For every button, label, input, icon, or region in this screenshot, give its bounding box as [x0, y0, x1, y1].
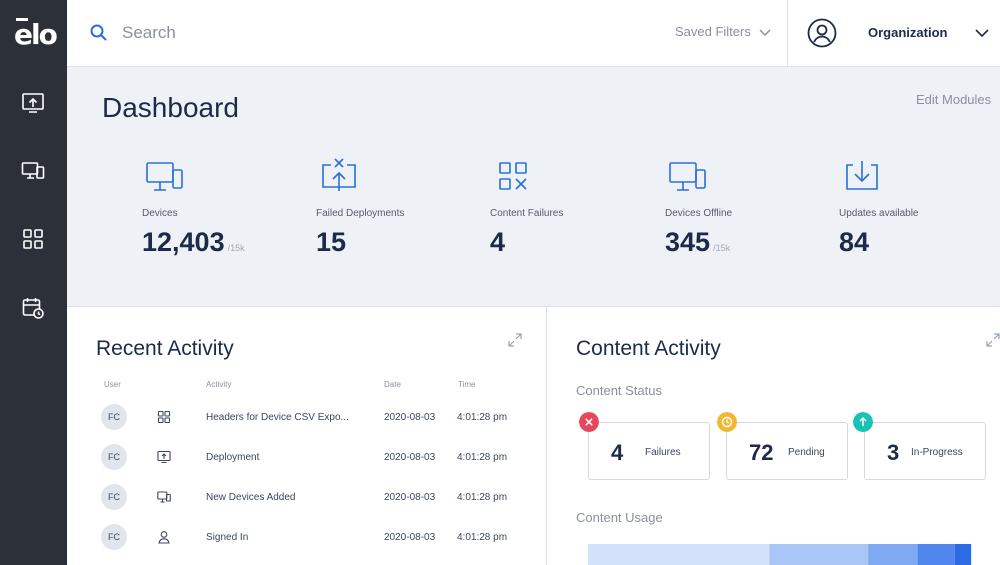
status-count: 4 — [611, 440, 624, 465]
stat-subtotal: /15k — [227, 243, 245, 253]
status-label: In-Progress — [911, 447, 963, 458]
stat-number: 4 — [490, 227, 506, 257]
activity-date: 2020-08-03 — [384, 452, 436, 463]
content-usage-bar — [588, 544, 972, 565]
top-bar: Saved Filters Organization — [67, 0, 1000, 67]
activity-date: 2020-08-03 — [384, 532, 436, 543]
upload-icon — [157, 450, 171, 464]
stat-label: Content Failures — [490, 208, 564, 219]
column-header-time: Time — [458, 380, 476, 389]
sidebar: elo — [0, 0, 67, 565]
activity-time: 4:01:28 pm — [457, 412, 508, 423]
devices-offline-icon — [669, 162, 706, 191]
modules-icon — [157, 410, 171, 424]
column-header-date: Date — [384, 380, 401, 389]
failure-icon — [579, 412, 599, 432]
activity-time: 4:01:28 pm — [457, 492, 508, 503]
table-row[interactable]: FC Headers for Device CSV Expo... 2020-0… — [67, 404, 546, 444]
page-title: Dashboard — [102, 92, 239, 123]
usage-segment-4 — [917, 544, 955, 565]
search-icon — [90, 24, 107, 41]
status-card-pending[interactable]: 72 Pending — [726, 422, 848, 480]
download-icon — [846, 161, 878, 190]
status-card-failures[interactable]: 4 Failures — [588, 422, 710, 480]
stat-number: 345 — [665, 227, 711, 257]
activity-time: 4:01:28 pm — [457, 452, 508, 463]
user-avatar: FC — [101, 524, 127, 550]
schedule-icon[interactable] — [21, 296, 45, 320]
status-label: Pending — [788, 447, 825, 458]
saved-filters-dropdown[interactable]: Saved Filters — [675, 24, 771, 39]
content-activity-panel: Content Activity Content Status 4 Failur… — [547, 307, 1000, 565]
column-header-user: User — [104, 380, 121, 389]
recent-activity-title: Recent Activity — [96, 337, 234, 360]
user-avatar: FC — [101, 444, 127, 470]
stat-subtotal: /15k — [713, 243, 731, 253]
user-avatar-icon[interactable] — [807, 18, 837, 48]
devices-icon — [146, 162, 183, 191]
status-count: 3 — [887, 440, 900, 465]
activity-text: Signed In — [206, 532, 249, 543]
stat-failed-deployments[interactable]: Failed Deployments 15 — [316, 157, 476, 267]
stat-value: 84 — [839, 227, 872, 258]
chevron-down-icon[interactable] — [975, 28, 989, 38]
stat-label: Devices — [142, 208, 178, 219]
search-input[interactable] — [122, 20, 552, 46]
table-row[interactable]: FC Deployment 2020-08-03 4:01:28 pm — [67, 444, 546, 484]
expand-icon[interactable] — [508, 333, 522, 347]
activity-text: New Devices Added — [206, 492, 296, 503]
activity-text: Headers for Device CSV Expo... — [206, 412, 349, 423]
devices-icon[interactable] — [21, 159, 45, 183]
saved-filters-label: Saved Filters — [675, 24, 751, 39]
edit-modules-link[interactable]: Edit Modules — [916, 92, 991, 107]
stat-number: 12,403 — [142, 227, 225, 257]
recent-activity-panel: Recent Activity User Activity Date Time … — [67, 307, 546, 565]
chevron-down-icon — [759, 29, 771, 36]
user-avatar: FC — [101, 404, 127, 430]
status-card-in-progress[interactable]: 3 In-Progress — [864, 422, 986, 480]
stat-number: 84 — [839, 227, 870, 257]
usage-segment-2 — [769, 544, 869, 565]
stat-content-failures[interactable]: Content Failures 4 — [490, 157, 650, 267]
failed-deploy-icon — [322, 158, 356, 191]
stat-value: 15 — [316, 227, 349, 258]
column-header-activity: Activity — [206, 380, 232, 389]
top-divider — [787, 0, 788, 67]
activity-date: 2020-08-03 — [384, 492, 436, 503]
elo-logo: elo — [14, 18, 58, 51]
status-count: 72 — [749, 440, 774, 465]
stat-label: Devices Offline — [665, 208, 733, 219]
user-icon — [158, 531, 170, 544]
usage-segment-3 — [868, 544, 918, 565]
modules-icon[interactable] — [21, 227, 45, 251]
usage-segment-5 — [954, 544, 972, 565]
devices-icon — [157, 491, 171, 503]
stat-value: 4 — [490, 227, 508, 258]
stat-value: 345/15k — [665, 227, 730, 258]
activity-date: 2020-08-03 — [384, 412, 436, 423]
content-usage-label: Content Usage — [576, 510, 663, 525]
stat-devices[interactable]: Devices 12,403/15k — [142, 157, 302, 267]
expand-icon[interactable] — [986, 333, 1000, 347]
activity-text: Deployment — [206, 452, 260, 463]
content-failure-icon — [499, 162, 527, 190]
organization-selector[interactable]: Organization — [868, 25, 947, 40]
stat-label: Failed Deployments — [316, 208, 405, 219]
usage-segment-1 — [588, 544, 770, 565]
stat-label: Updates available — [839, 208, 919, 219]
in-progress-icon — [853, 412, 873, 432]
stat-value: 12,403/15k — [142, 227, 245, 258]
content-status-label: Content Status — [576, 383, 662, 398]
content-activity-title: Content Activity — [576, 337, 721, 360]
user-avatar: FC — [101, 484, 127, 510]
stat-number: 15 — [316, 227, 347, 257]
upload-icon[interactable] — [21, 91, 45, 115]
activity-time: 4:01:28 pm — [457, 532, 508, 543]
table-row[interactable]: FC New Devices Added 2020-08-03 4:01:28 … — [67, 484, 546, 524]
stat-devices-offline[interactable]: Devices Offline 345/15k — [665, 157, 825, 267]
table-row[interactable]: FC Signed In 2020-08-03 4:01:28 pm — [67, 524, 546, 564]
stat-updates-available[interactable]: Updates available 84 — [839, 157, 999, 267]
status-label: Failures — [645, 447, 681, 458]
pending-icon — [717, 412, 737, 432]
